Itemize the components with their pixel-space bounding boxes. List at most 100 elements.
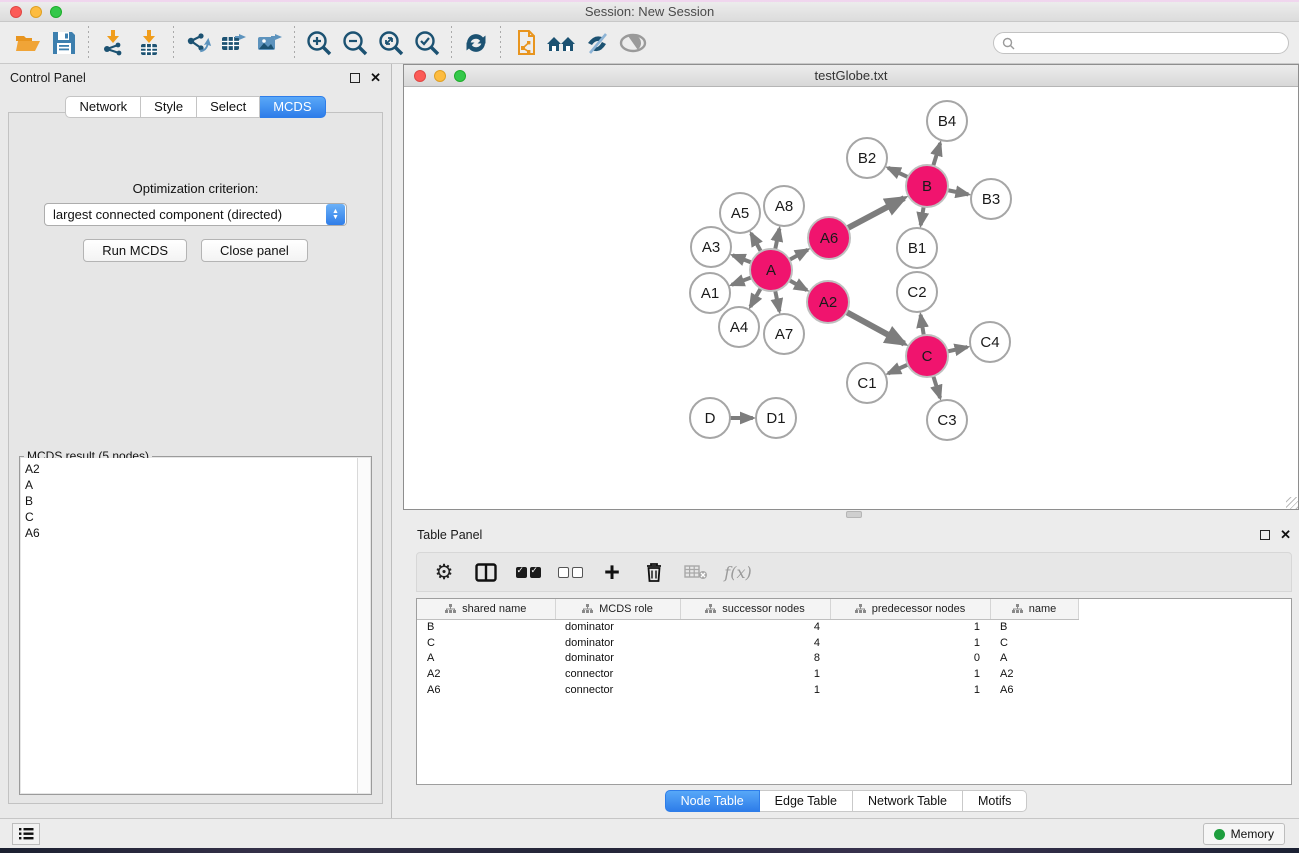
graph-node-A[interactable]: A [750,249,792,291]
graph-node-A4[interactable]: A4 [719,307,759,347]
tab-mcds[interactable]: MCDS [260,96,325,118]
trash-icon [645,561,663,583]
node-table[interactable]: shared nameMCDS rolesuccessor nodesprede… [416,598,1292,785]
delete-table-button[interactable] [679,556,713,588]
export-network-button[interactable] [180,26,216,60]
table-row[interactable]: Adominator80A [417,651,1291,667]
graph-node-D1[interactable]: D1 [756,398,796,438]
titlebar[interactable]: Session: New Session [0,2,1299,22]
delete-column-button[interactable] [637,556,671,588]
graph-node-C4[interactable]: C4 [970,322,1010,362]
table-cell: 4 [680,619,830,635]
eye-icon [618,32,648,54]
mcds-result-item[interactable]: B [25,493,370,509]
zoom-out-button[interactable] [337,26,373,60]
apply-layout-button[interactable] [458,26,494,60]
tab-select[interactable]: Select [197,96,260,118]
graph-node-C2[interactable]: C2 [897,272,937,312]
deselect-all-button[interactable] [553,556,587,588]
status-menu-button[interactable] [12,823,40,845]
plus-icon: + [604,562,620,582]
graph-node-A2[interactable]: A2 [807,281,849,323]
column-header-successor-nodes[interactable]: successor nodes [680,599,830,619]
table-options-button[interactable]: ⚙ [427,556,461,588]
select-all-button[interactable] [511,556,545,588]
table-cell: 8 [680,651,830,667]
horizontal-split-divider[interactable] [393,510,1299,520]
window-resize-handle[interactable] [1286,497,1298,509]
graph-node-B2[interactable]: B2 [847,138,887,178]
network-window-titlebar[interactable]: testGlobe.txt [404,65,1298,87]
float-table-panel-icon[interactable] [1260,530,1270,540]
network-overview-button[interactable] [507,26,543,60]
add-column-button[interactable]: + [595,556,629,588]
search-icon [1002,37,1015,50]
mcds-result-item[interactable]: A2 [25,461,370,477]
divider-handle[interactable] [846,511,862,518]
tab-edge-table[interactable]: Edge Table [760,790,853,812]
result-list-scrollbar[interactable] [357,458,370,793]
graph-node-B4[interactable]: B4 [927,101,967,141]
mcds-result-item[interactable]: A [25,477,370,493]
column-view-button[interactable] [469,556,503,588]
graph-node-A6[interactable]: A6 [808,217,850,259]
column-header-shared-name[interactable]: shared name [417,599,555,619]
zoom-fit-button[interactable] [373,26,409,60]
close-table-panel-icon[interactable]: ✕ [1280,530,1291,540]
tab-network[interactable]: Network [65,96,141,118]
graph-node-C1[interactable]: C1 [847,363,887,403]
mcds-result-item[interactable]: C [25,509,370,525]
control-panel: Control Panel ✕ Optimization criterion: … [0,64,392,818]
fx-icon: f(x) [724,563,751,582]
column-header-name[interactable]: name [990,599,1078,619]
graph-node-A7[interactable]: A7 [764,314,804,354]
search-input[interactable] [1020,36,1280,50]
table-row[interactable]: Cdominator41C [417,635,1291,651]
show-graphics-details-button[interactable] [615,26,651,60]
svg-text:A6: A6 [820,230,838,247]
float-panel-icon[interactable] [350,73,360,83]
import-network-button[interactable] [95,26,131,60]
mcds-result-list[interactable]: A2ABCA6 [21,458,370,793]
open-session-button[interactable] [10,26,46,60]
graph-node-A1[interactable]: A1 [690,273,730,313]
graph-node-B3[interactable]: B3 [971,179,1011,219]
import-table-button[interactable] [131,26,167,60]
search-field[interactable] [993,32,1289,54]
graph-node-D[interactable]: D [690,398,730,438]
home-button[interactable] [543,26,579,60]
graph-node-C3[interactable]: C3 [927,400,967,440]
graph-node-A8[interactable]: A8 [764,186,804,226]
graph-node-B1[interactable]: B1 [897,228,937,268]
tab-style[interactable]: Style [141,96,197,118]
export-image-button[interactable] [252,26,288,60]
graph-node-A3[interactable]: A3 [691,227,731,267]
memory-button[interactable]: Memory [1203,823,1285,845]
graph-node-A5[interactable]: A5 [720,193,760,233]
table-row[interactable]: A2connector11A2 [417,666,1291,682]
column-header-MCDS-role[interactable]: MCDS role [555,599,680,619]
network-canvas[interactable]: B4 B2 B B3 A8A5 A6 A3 B1 A C2 A1 A2 A4A7 C4 C C1 D D1 C3 [404,88,1298,509]
export-table-button[interactable] [216,26,252,60]
column-header-predecessor-nodes[interactable]: predecessor nodes [830,599,990,619]
zoom-selected-button[interactable] [409,26,445,60]
tab-network-table[interactable]: Network Table [853,790,963,812]
graph-node-B[interactable]: B [906,165,948,207]
tab-node-table[interactable]: Node Table [665,790,760,812]
tab-motifs[interactable]: Motifs [963,790,1027,812]
table-cell: B [990,619,1078,635]
graph-node-C[interactable]: C [906,335,948,377]
function-builder-button[interactable]: f(x) [721,556,755,588]
run-mcds-button[interactable]: Run MCDS [83,239,187,262]
table-row[interactable]: A6connector11A6 [417,682,1291,698]
close-panel-button[interactable]: Close panel [201,239,308,262]
close-panel-icon[interactable]: ✕ [370,73,381,83]
table-row[interactable]: Bdominator41B [417,619,1291,635]
window-title: Session: New Session [0,4,1299,19]
export-image-icon [255,29,285,57]
optimization-criterion-dropdown[interactable]: largest connected component (directed) ▲… [44,203,347,226]
zoom-in-button[interactable] [301,26,337,60]
mcds-result-item[interactable]: A6 [25,525,370,541]
hide-graphics-details-button[interactable] [579,26,615,60]
save-session-button[interactable] [46,26,82,60]
